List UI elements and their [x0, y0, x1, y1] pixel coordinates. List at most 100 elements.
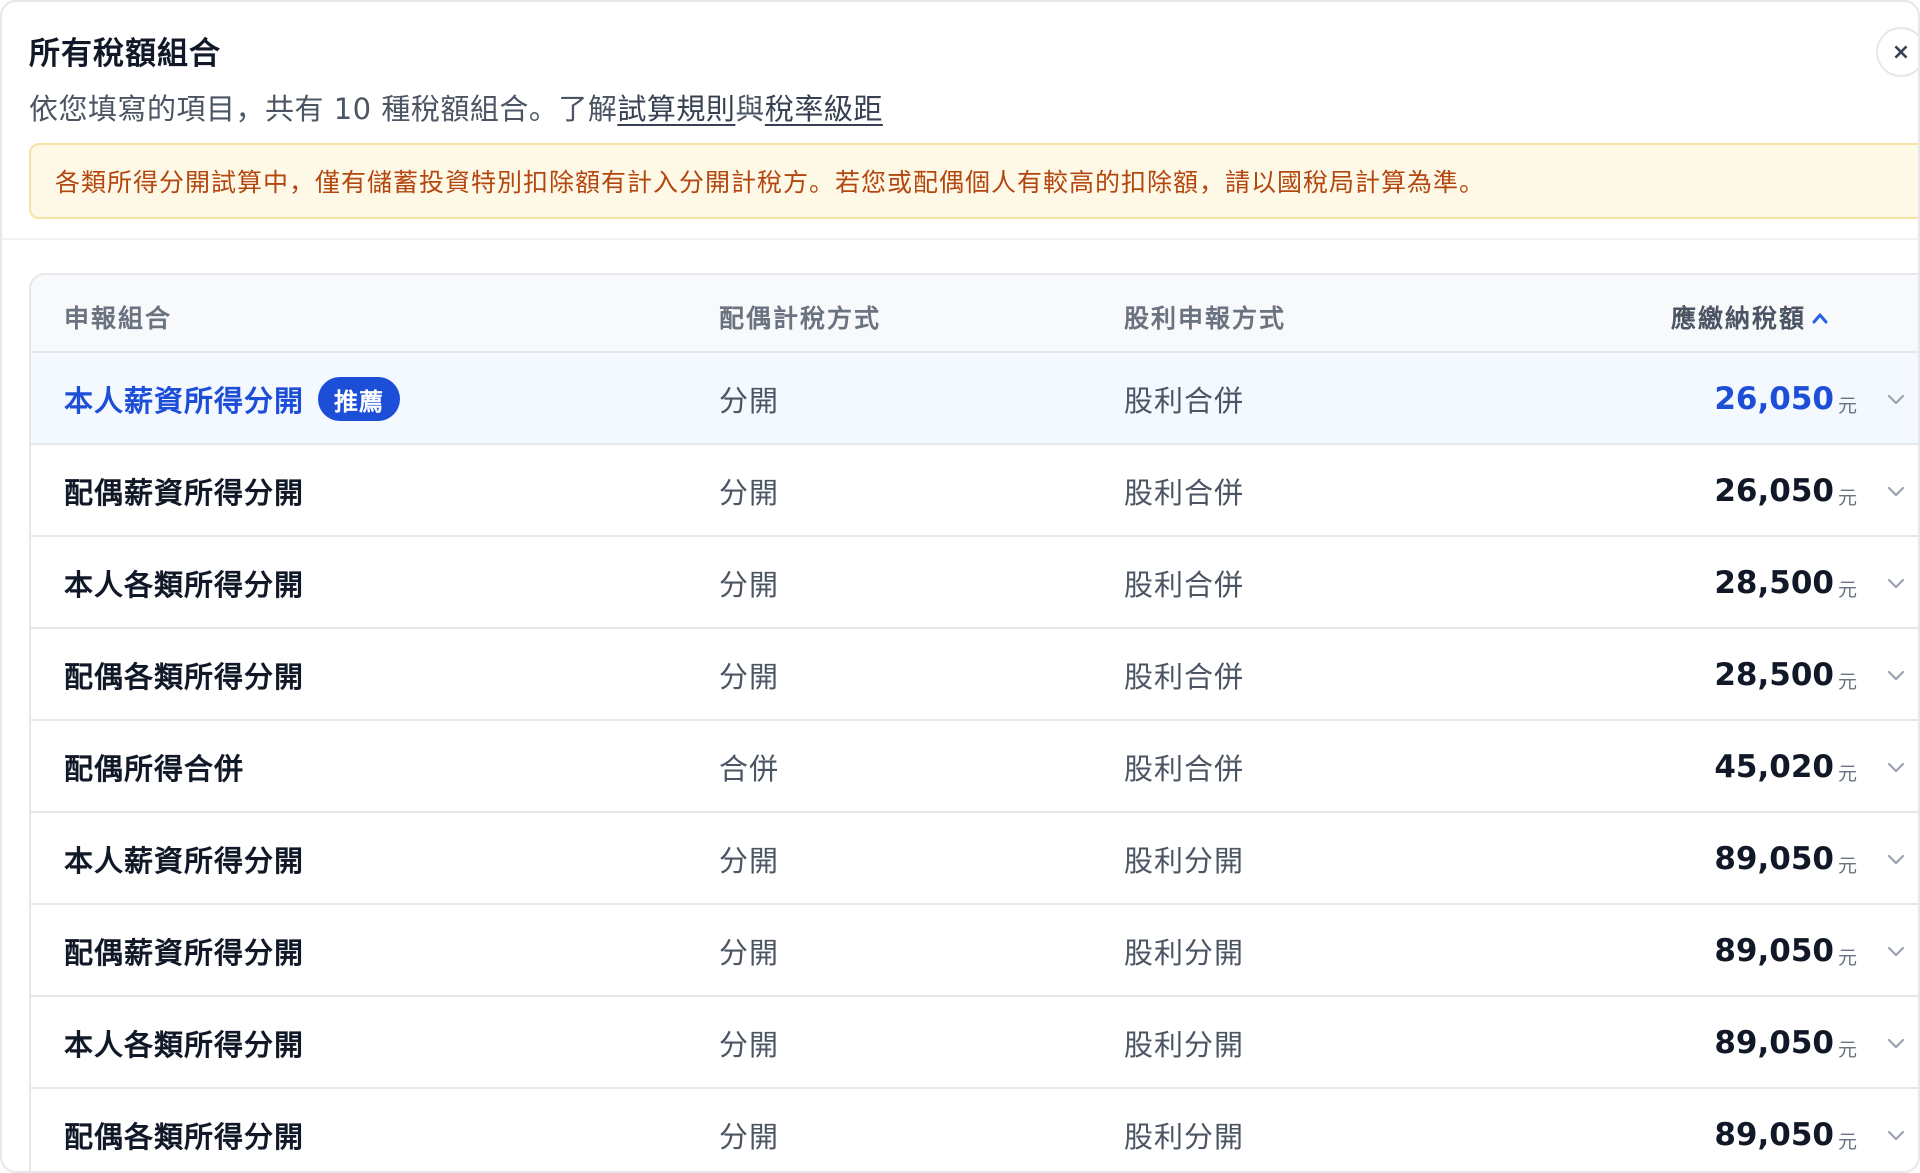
- modal-title: 所有稅額組合: [29, 36, 221, 72]
- chevron-up-icon: [1812, 305, 1828, 329]
- cell-tax: 45,020 元: [1714, 721, 1857, 813]
- table-header: 申報組合 配偶計稅方式 股利申報方式 應繳納稅額: [31, 275, 1918, 353]
- table-row[interactable]: 本人薪資所得分開 分開 股利分開 89,050 元: [31, 813, 1918, 905]
- tax-amount: 89,050: [1714, 1117, 1834, 1153]
- currency-unit: 元: [1837, 670, 1857, 693]
- tax-combinations-table: 申報組合 配偶計稅方式 股利申報方式 應繳納稅額 本人薪資所得分開 推薦 分開 股利合…: [29, 273, 1918, 1171]
- cell-tax: 89,050 元: [1714, 813, 1857, 905]
- cell-dividend: 股利合併: [1124, 752, 1245, 786]
- table-row[interactable]: 配偶薪資所得分開 分開 股利分開 89,050 元: [31, 905, 1918, 997]
- chevron-down-icon[interactable]: [1884, 813, 1908, 905]
- cell-combo: 配偶薪資所得分開: [64, 445, 304, 537]
- table-row[interactable]: 本人各類所得分開 分開 股利分開 89,050 元: [31, 997, 1918, 1089]
- cell-tax: 28,500 元: [1714, 629, 1857, 721]
- column-header-combo: 申報組合: [64, 304, 173, 333]
- chevron-down-icon[interactable]: [1884, 445, 1908, 537]
- combo-label: 配偶所得合併: [64, 752, 245, 786]
- cell-spouse: 分開: [719, 1028, 780, 1062]
- tax-amount: 26,050: [1714, 381, 1834, 417]
- tax-amount: 28,500: [1714, 565, 1834, 601]
- column-header-tax-label: 應繳納稅額: [1671, 304, 1807, 333]
- notice-text: 各類所得分開試算中，僅有儲蓄投資特別扣除額有計入分開計稅方。若您或配偶個人有較高…: [55, 168, 1486, 197]
- combo-label: 本人薪資所得分開: [64, 844, 305, 878]
- combo-label: 本人各類所得分開: [64, 1028, 305, 1062]
- combo-label: 配偶薪資所得分開: [64, 936, 305, 970]
- chevron-down-icon[interactable]: [1884, 905, 1908, 997]
- cell-tax: 89,050 元: [1714, 997, 1857, 1089]
- cell-combo: 配偶各類所得分開: [64, 629, 304, 721]
- cell-combo: 本人各類所得分開: [64, 537, 304, 629]
- tax-amount: 89,050: [1714, 841, 1834, 877]
- cell-tax: 89,050 元: [1714, 1089, 1857, 1171]
- cell-tax: 89,050 元: [1714, 905, 1857, 997]
- currency-unit: 元: [1837, 486, 1857, 509]
- currency-unit: 元: [1837, 1130, 1857, 1153]
- tax-amount: 89,050: [1714, 933, 1834, 969]
- tax-amount: 26,050: [1714, 473, 1834, 509]
- cell-spouse: 分開: [719, 476, 780, 510]
- cell-dividend: 股利分開: [1124, 936, 1245, 970]
- cell-tax: 28,500 元: [1714, 537, 1857, 629]
- currency-unit: 元: [1837, 578, 1857, 601]
- notice-banner: 各類所得分開試算中，僅有儲蓄投資特別扣除額有計入分開計稅方。若您或配偶個人有較高…: [29, 143, 1918, 219]
- currency-unit: 元: [1837, 946, 1857, 969]
- cell-dividend: 股利分開: [1124, 844, 1245, 878]
- cell-dividend: 股利分開: [1124, 1028, 1245, 1062]
- cell-dividend: 股利合併: [1124, 568, 1245, 602]
- tax-combinations-modal: 所有稅額組合 依您填寫的項目，共有 10 種稅額組合。了解試算規則與稅率級距 ×…: [0, 0, 1920, 1173]
- cell-spouse: 合併: [719, 752, 780, 786]
- cell-combo: 配偶各類所得分開: [64, 1089, 305, 1171]
- tax-amount: 28,500: [1714, 657, 1834, 693]
- cell-dividend: 股利合併: [1124, 660, 1245, 694]
- table-row[interactable]: 本人各類所得分開 分開 股利合併 28,500 元: [31, 537, 1918, 629]
- cell-spouse: 分開: [719, 844, 780, 878]
- cell-spouse: 分開: [719, 660, 780, 694]
- cell-combo: 配偶薪資所得分開: [64, 905, 304, 997]
- chevron-down-icon[interactable]: [1884, 537, 1908, 629]
- chevron-down-icon[interactable]: [1884, 997, 1908, 1089]
- cell-spouse: 分開: [719, 568, 780, 602]
- table-row[interactable]: 配偶各類所得分開 分開 股利合併 28,500 元: [31, 629, 1918, 721]
- cell-dividend: 股利合併: [1124, 476, 1245, 510]
- cell-spouse: 分開: [719, 936, 780, 970]
- close-icon: ×: [1891, 39, 1911, 65]
- chevron-down-icon[interactable]: [1884, 629, 1908, 721]
- cell-spouse: 分開: [719, 1120, 780, 1154]
- table-row[interactable]: 本人薪資所得分開 推薦 分開 股利合併 26,050 元: [31, 353, 1918, 445]
- cell-combo: 本人薪資所得分開: [64, 813, 304, 905]
- combo-label: 配偶各類所得分開: [64, 1120, 305, 1154]
- cell-tax: 26,050 元: [1714, 445, 1857, 537]
- subtitle-text: 依您填寫的項目，共有 10 種稅額組合。了解: [29, 92, 618, 126]
- chevron-down-icon[interactable]: [1884, 353, 1908, 445]
- column-header-spouse: 配偶計稅方式: [719, 304, 882, 333]
- table-row[interactable]: 配偶所得合併 合併 股利合併 45,020 元: [31, 721, 1918, 813]
- modal-subtitle: 依您填寫的項目，共有 10 種稅額組合。了解試算規則與稅率級距: [29, 86, 883, 128]
- cell-combo: 配偶所得合併: [64, 721, 244, 813]
- cell-combo: 本人薪資所得分開 推薦: [64, 353, 401, 445]
- cell-dividend: 股利合併: [1124, 384, 1245, 418]
- currency-unit: 元: [1837, 762, 1857, 785]
- table-body: 本人薪資所得分開 推薦 分開 股利合併 26,050 元配偶薪資所得分開 分開 股利合併 26,…: [31, 353, 1918, 1171]
- column-header-dividend: 股利申報方式: [1124, 304, 1287, 333]
- tax-amount: 45,020: [1714, 749, 1834, 785]
- cell-spouse: 分開: [719, 384, 780, 418]
- cell-tax: 26,050 元: [1714, 353, 1857, 445]
- combo-label: 本人薪資所得分開: [64, 384, 305, 418]
- table-row[interactable]: 配偶薪資所得分開 分開 股利合併 26,050 元: [31, 445, 1918, 537]
- chevron-down-icon[interactable]: [1884, 721, 1908, 813]
- column-header-tax-sort[interactable]: 應繳納稅額: [1671, 299, 1828, 335]
- cell-combo: 本人各類所得分開: [64, 997, 304, 1089]
- table-row[interactable]: 配偶各類所得分開 分開 股利分開 89,050 元: [31, 1089, 1918, 1171]
- combo-label: 配偶各類所得分開: [64, 660, 305, 694]
- cell-dividend: 股利分開: [1124, 1120, 1245, 1154]
- tax-amount: 89,050: [1714, 1025, 1834, 1061]
- tax-brackets-link[interactable]: 稅率級距: [765, 92, 883, 126]
- recommend-badge: 推薦: [318, 377, 401, 421]
- divider: [2, 238, 1918, 240]
- combo-label: 本人各類所得分開: [64, 568, 305, 602]
- calculation-rules-link[interactable]: 試算規則: [617, 92, 735, 126]
- subtitle-and: 與: [735, 92, 765, 126]
- close-button[interactable]: ×: [1876, 27, 1918, 77]
- chevron-down-icon[interactable]: [1884, 1089, 1908, 1171]
- currency-unit: 元: [1837, 1038, 1857, 1061]
